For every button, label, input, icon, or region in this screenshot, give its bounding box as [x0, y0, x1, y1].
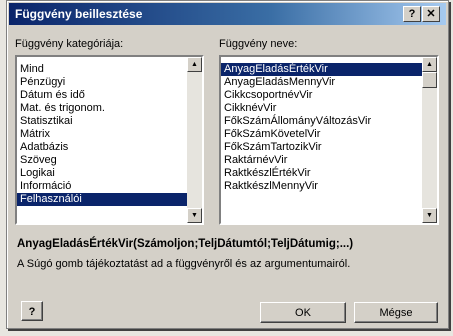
category-scrollbar[interactable]: ▲ ▼: [187, 57, 202, 223]
list-item[interactable]: RaktárnévVir: [221, 154, 437, 167]
category-label: Függvény kategóriája:: [15, 38, 124, 50]
function-list[interactable]: AnyagEladásÉrtékVir AnyagEladásMennyVir Ci…: [219, 55, 439, 225]
title-bar[interactable]: Függvény beillesztése ? ✕: [9, 3, 446, 25]
list-item[interactable]: Logikai: [17, 167, 202, 180]
list-item[interactable]: Mátrix: [17, 128, 202, 141]
help-icon[interactable]: ?: [403, 6, 421, 22]
help-button[interactable]: ?: [21, 301, 43, 321]
scroll-down-icon[interactable]: ▼: [422, 208, 437, 223]
scroll-up-icon[interactable]: ▲: [187, 57, 202, 72]
list-item[interactable]: FőkSzámTartozikVir: [221, 141, 437, 154]
list-item[interactable]: Statisztikai: [17, 115, 202, 128]
close-icon[interactable]: ✕: [422, 6, 440, 22]
list-item[interactable]: RaktkészlMennyVir: [221, 180, 437, 193]
function-description: A Súgó gomb tájékoztatást ad a függvényr…: [17, 258, 351, 270]
list-item[interactable]: FőkSzámKövetelVir: [221, 128, 437, 141]
function-name-label: Függvény neve:: [219, 38, 298, 50]
scroll-up-icon[interactable]: ▲: [422, 57, 437, 72]
scroll-down-icon[interactable]: ▼: [187, 208, 202, 223]
list-item[interactable]: CikkcsoportnévVir: [221, 89, 437, 102]
list-item[interactable]: Mat. és trigonom.: [17, 102, 202, 115]
ok-button[interactable]: OK: [260, 302, 346, 323]
list-item[interactable]: RaktkészlÉrtékVir: [221, 167, 437, 180]
category-list[interactable]: Mind Pénzügyi Dátum és idő Mat. és trigonom…: [15, 55, 204, 225]
list-item[interactable]: Felhasználói: [17, 193, 202, 206]
list-item[interactable]: CikknévVir: [221, 102, 437, 115]
list-item[interactable]: Információ: [17, 180, 202, 193]
list-item[interactable]: Szöveg: [17, 154, 202, 167]
cancel-button[interactable]: Mégse: [354, 302, 438, 323]
list-item[interactable]: Pénzügyi: [17, 76, 202, 89]
list-item[interactable]: Adatbázis: [17, 141, 202, 154]
list-item[interactable]: FőkSzámÁllományVáltozásVir: [221, 115, 437, 128]
insert-function-dialog: Függvény beillesztése ? ✕ Függvény kateg…: [6, 0, 449, 329]
list-item[interactable]: AnyagEladásMennyVir: [221, 76, 437, 89]
list-item[interactable]: Dátum és idő: [17, 89, 202, 102]
function-syntax: AnyagEladásÉrtékVir(Számoljon;TeljDátumt…: [17, 238, 354, 250]
window-title: Függvény beillesztése: [15, 7, 143, 21]
list-item[interactable]: Mind: [17, 63, 202, 76]
function-scrollbar[interactable]: ▲ ▼: [422, 57, 437, 223]
list-item[interactable]: AnyagEladásÉrtékVir: [221, 63, 437, 76]
scroll-thumb[interactable]: [422, 72, 437, 88]
